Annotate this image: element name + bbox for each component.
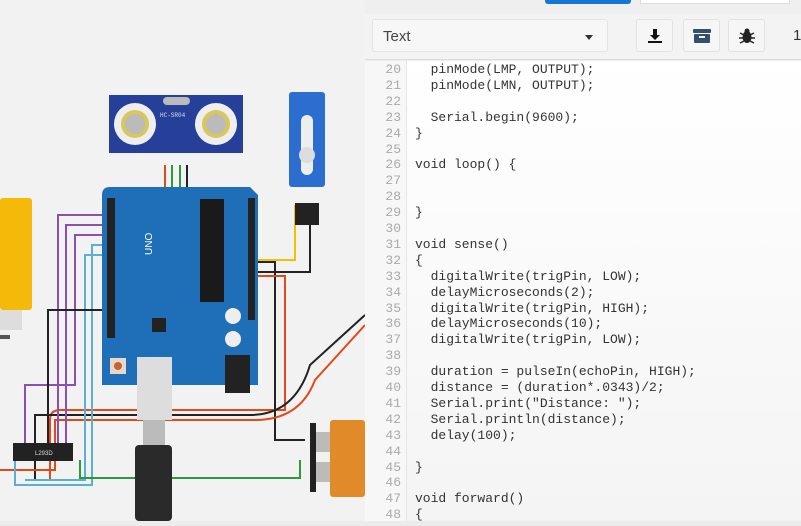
line-number: 36 [385, 316, 401, 332]
line-number: 40 [385, 380, 401, 395]
code-line[interactable]: Serial.print("Distance: "); [415, 396, 642, 411]
analog-header [248, 250, 255, 320]
line-number: 25 [385, 141, 401, 157]
code-line[interactable]: } [415, 205, 423, 220]
code-line[interactable]: digitalWrite(trigPin, LOW); [415, 269, 642, 284]
line-number: 28 [385, 189, 401, 205]
code-toolbar: Text 1 [365, 14, 801, 60]
code-line[interactable]: { [415, 253, 423, 268]
code-line[interactable]: Serial.begin(9600); [415, 110, 579, 125]
line-number: 39 [385, 364, 401, 380]
chip-label: L293D [35, 451, 53, 457]
line-number: 27 [385, 173, 401, 189]
wire[interactable] [47, 309, 105, 450]
line-number: 42 [385, 411, 401, 427]
line-number: 21 [385, 77, 401, 93]
code-line[interactable]: pinMode(LMP, OUTPUT); [415, 62, 595, 77]
code-line[interactable]: distance = (duration*.0343)/2; [415, 380, 665, 395]
servo-connector [295, 203, 319, 225]
line-number: 26 [385, 157, 401, 173]
code-line[interactable]: digitalWrite(trigPin, LOW); [415, 332, 642, 347]
code-line[interactable]: Serial.println(distance); [415, 412, 626, 427]
circuit-diagram[interactable]: HC-SR04 UNO L293D [0, 0, 366, 521]
line-number: 37 [385, 332, 401, 348]
code-line[interactable]: delayMicroseconds(10); [415, 316, 603, 331]
line-number: 48 [385, 507, 401, 523]
line-number: 31 [385, 236, 401, 252]
motor-axle [0, 335, 10, 339]
code-mode-value: Text [383, 28, 411, 45]
code-line[interactable]: duration = pulseIn(echoPin, HIGH); [415, 364, 696, 379]
circuit-canvas[interactable]: HC-SR04 UNO L293D [0, 0, 366, 521]
line-number: 33 [385, 268, 401, 284]
right-motor[interactable] [330, 420, 365, 497]
code-line[interactable]: delayMicroseconds(2); [415, 285, 595, 300]
download-button[interactable] [636, 19, 673, 52]
code-line[interactable]: } [415, 126, 423, 141]
code-line[interactable]: void loop() { [415, 157, 516, 172]
debugger-button[interactable] [728, 19, 765, 52]
line-number: 43 [385, 427, 401, 443]
code-line[interactable]: } [415, 460, 423, 475]
board-label: UNO [144, 233, 155, 255]
usb-port [137, 357, 172, 420]
line-number: 44 [385, 443, 401, 459]
motor-shaft [0, 310, 22, 330]
power-jack [225, 355, 250, 393]
line-number: 30 [385, 221, 401, 236]
atmega-chip [200, 199, 224, 302]
line-number: 45 [385, 459, 401, 475]
more-button[interactable]: 1 [793, 27, 801, 44]
components-button[interactable] [683, 19, 720, 52]
line-number: 38 [385, 348, 401, 364]
line-number: 46 [385, 475, 401, 491]
debugger-bug-icon [738, 28, 755, 44]
line-number: 22 [385, 93, 401, 109]
sensor-label: HC-SR04 [160, 112, 186, 119]
line-numbers: 20 21 22 23 24 25 26 27 28 29 30 31 32 33 34 35 36 37 38 39… [365, 61, 407, 523]
motor-mount [310, 423, 316, 492]
download-icon [647, 28, 662, 43]
line-number: 47 [385, 491, 401, 507]
line-number: 41 [385, 395, 401, 411]
code-line[interactable]: digitalWrite(trigPin, HIGH); [415, 301, 649, 316]
usb-cable-plug [135, 445, 172, 521]
left-motor[interactable] [0, 198, 32, 310]
top-control[interactable] [640, 0, 790, 4]
line-number: 34 [385, 284, 401, 300]
power-header [248, 198, 255, 258]
code-line[interactable]: { [415, 507, 423, 522]
code-editor[interactable]: 20 21 22 23 24 25 26 27 28 29 30 31 32 33 34 35 36 37 38 39… [365, 61, 801, 523]
code-line[interactable]: delay(100); [415, 428, 517, 443]
line-number: 35 [385, 300, 401, 316]
components-icon [692, 28, 711, 43]
code-line[interactable]: void sense() [415, 237, 509, 252]
line-number: 24 [385, 125, 401, 141]
code-mode-dropdown[interactable]: Text [372, 19, 608, 52]
chevron-down-icon [585, 35, 593, 40]
line-number: 23 [385, 109, 401, 125]
start-simulation-button[interactable] [545, 0, 631, 4]
digital-header [107, 198, 115, 338]
line-number: 20 [385, 62, 401, 77]
code-line[interactable]: pinMode(LMN, OUTPUT); [415, 78, 595, 93]
line-number: 29 [385, 205, 401, 221]
line-number: 32 [385, 252, 401, 268]
wire[interactable] [79, 460, 301, 479]
code-line[interactable]: void forward() [415, 491, 524, 506]
